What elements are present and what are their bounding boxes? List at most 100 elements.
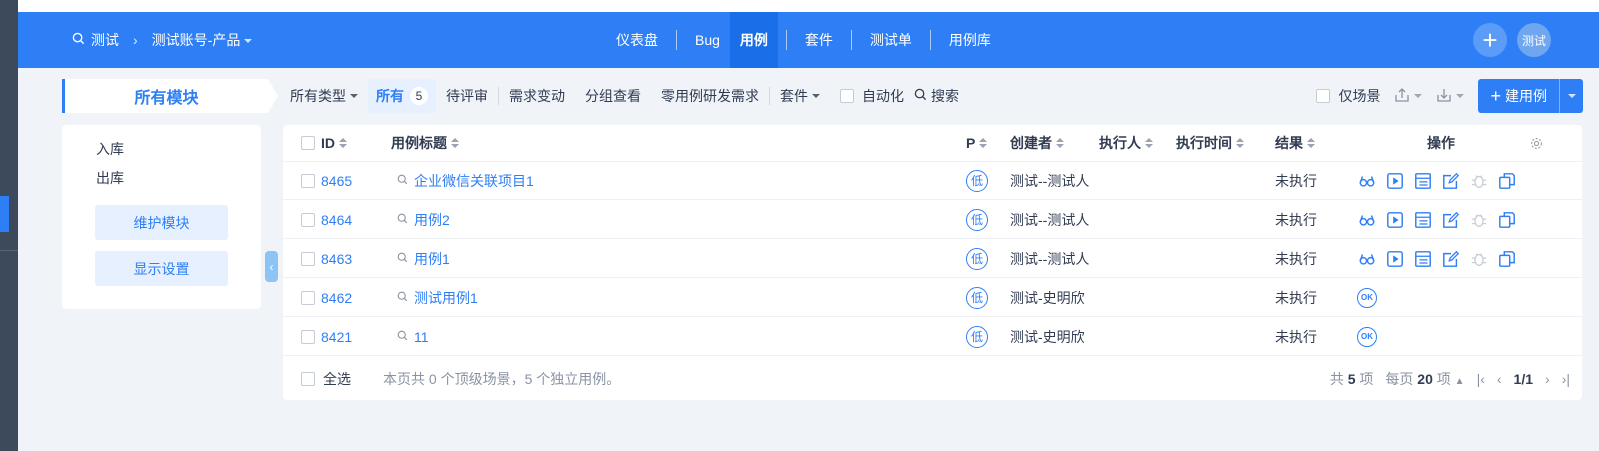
scene-icon <box>397 252 408 266</box>
column-exec-time[interactable]: 执行时间 <box>1176 125 1244 161</box>
pagination: 共 5 项 每页 20 项 ▲ |‹ ‹ 1/1 › ›| <box>1330 357 1570 400</box>
nav-item-2[interactable]: 用例 <box>729 12 778 68</box>
import-button[interactable] <box>1436 87 1465 106</box>
view-icon[interactable] <box>1357 171 1377 191</box>
column-id[interactable]: ID <box>321 125 347 161</box>
row-checkbox[interactable] <box>301 162 315 199</box>
copy-icon[interactable] <box>1497 171 1517 191</box>
table-row[interactable]: 8465 企业微信关联项目1 低 测试--测试人 未执行 <box>283 162 1582 200</box>
row-checkbox[interactable] <box>301 201 315 238</box>
table-row[interactable]: 8463 用例1 低 测试--测试人 未执行 <box>283 240 1582 278</box>
search-toggle[interactable]: 搜索 <box>914 79 969 113</box>
case-id[interactable]: 8462 <box>321 279 352 316</box>
results-icon[interactable] <box>1413 171 1433 191</box>
results-icon[interactable] <box>1413 249 1433 269</box>
column-result[interactable]: 结果 <box>1275 125 1315 161</box>
row-checkbox[interactable] <box>301 279 315 316</box>
case-title[interactable]: 测试用例1 <box>397 279 478 316</box>
bug-icon[interactable] <box>1469 171 1489 191</box>
header-select-checkbox[interactable] <box>301 125 315 161</box>
case-id[interactable]: 8465 <box>321 162 352 199</box>
export-button[interactable] <box>1394 87 1423 106</box>
bug-icon[interactable] <box>1469 210 1489 230</box>
gear-icon[interactable] <box>1530 125 1543 161</box>
filter-all[interactable]: 所有 5 <box>368 79 436 113</box>
edit-icon[interactable] <box>1441 249 1461 269</box>
next-page-icon[interactable]: › <box>1545 371 1550 387</box>
automation-checkbox[interactable] <box>840 89 854 103</box>
column-executor[interactable]: 执行人 <box>1099 125 1153 161</box>
filter-group-view[interactable]: 分组查看 <box>575 79 651 113</box>
caret-down-icon <box>1414 94 1423 98</box>
case-id[interactable]: 8421 <box>321 318 352 355</box>
edit-icon[interactable] <box>1441 171 1461 191</box>
results-icon[interactable] <box>1413 210 1433 230</box>
confirm-ok-icon[interactable]: OK <box>1357 326 1377 347</box>
row-checkbox[interactable] <box>301 318 315 355</box>
nav-item-5[interactable]: 用例库 <box>939 12 1001 68</box>
row-checkbox[interactable] <box>301 240 315 277</box>
run-icon[interactable] <box>1385 210 1405 230</box>
filter-pending-review[interactable]: 待评审 <box>436 79 498 113</box>
prev-page-icon[interactable]: ‹ <box>1497 371 1502 387</box>
confirm-ok-icon[interactable]: OK <box>1357 287 1377 308</box>
case-title[interactable]: 用例1 <box>397 240 450 277</box>
column-priority[interactable]: P <box>966 125 988 161</box>
only-scene-toggle[interactable]: 仅场景 <box>1316 86 1380 106</box>
column-title[interactable]: 用例标题 <box>391 125 459 161</box>
case-id[interactable]: 8464 <box>321 201 352 238</box>
column-creator[interactable]: 创建者 <box>1010 125 1064 161</box>
quick-add-button[interactable]: + <box>1473 23 1507 57</box>
module-item-outbound[interactable]: 出库 <box>96 168 124 188</box>
only-scene-checkbox[interactable] <box>1316 89 1331 103</box>
view-icon[interactable] <box>1357 249 1377 269</box>
result-cell: 未执行 <box>1275 328 1317 345</box>
edit-icon[interactable] <box>1441 210 1461 230</box>
collapse-sidebar-button[interactable]: ‹ <box>265 251 278 282</box>
nav-divider <box>785 30 787 50</box>
filter-suite[interactable]: 套件 <box>770 79 830 113</box>
case-title[interactable]: 企业微信关联项目1 <box>397 162 534 199</box>
all-modules-tab[interactable]: 所有模块 <box>62 79 278 113</box>
first-page-icon[interactable]: |‹ <box>1477 371 1485 387</box>
bug-icon[interactable] <box>1469 249 1489 269</box>
copy-icon[interactable] <box>1497 249 1517 269</box>
left-rail-active-mark <box>0 196 9 232</box>
user-avatar[interactable]: 测试 <box>1517 23 1551 57</box>
copy-icon[interactable] <box>1497 210 1517 230</box>
case-title[interactable]: 11 <box>397 318 429 355</box>
view-icon[interactable] <box>1357 210 1377 230</box>
module-item-inbound[interactable]: 入库 <box>96 139 124 159</box>
creator-cell: 测试--测试人 <box>1010 211 1090 228</box>
table-row[interactable]: 8421 11 低 测试-史明欣 未执行 OK <box>283 318 1582 356</box>
last-page-icon[interactable]: ›| <box>1562 371 1570 387</box>
create-case-button[interactable]: + 建用例 <box>1478 79 1583 113</box>
nav-item-0[interactable]: 仪表盘 <box>606 12 668 68</box>
case-title[interactable]: 用例2 <box>397 201 450 238</box>
result-cell: 未执行 <box>1275 211 1317 228</box>
filter-zero-case[interactable]: 零用例研发需求 <box>651 79 769 113</box>
run-icon[interactable] <box>1385 249 1405 269</box>
select-all-checkbox[interactable] <box>301 371 315 386</box>
table-row[interactable]: 8464 用例2 低 测试--测试人 未执行 <box>283 201 1582 239</box>
filter-need-change[interactable]: 需求变动 <box>499 79 575 113</box>
display-settings-button[interactable]: 显示设置 <box>95 251 228 286</box>
select-all[interactable]: 全选 <box>301 357 351 400</box>
table-row[interactable]: 8462 测试用例1 低 测试-史明欣 未执行 OK <box>283 279 1582 317</box>
breadcrumb-branch[interactable]: 测试账号-产品 <box>152 30 253 50</box>
run-icon[interactable] <box>1385 171 1405 191</box>
create-case-dropdown[interactable] <box>1559 79 1583 113</box>
actions-cell: OK <box>1357 279 1377 316</box>
nav-item-3[interactable]: 套件 <box>795 12 843 68</box>
per-page-select[interactable]: 每页 20 项 ▲ <box>1385 369 1464 389</box>
breadcrumb-product[interactable]: 测试 <box>91 30 119 50</box>
filter-all-types[interactable]: 所有类型 <box>280 79 368 113</box>
nav-item-4[interactable]: 测试单 <box>860 12 922 68</box>
automation-toggle[interactable]: 自动化 <box>830 79 914 113</box>
row-actions <box>1357 210 1517 230</box>
case-id[interactable]: 8463 <box>321 240 352 277</box>
maintain-module-button[interactable]: 维护模块 <box>95 205 228 240</box>
create-case-main[interactable]: + 建用例 <box>1478 79 1559 113</box>
priority-cell: 低 <box>966 162 988 199</box>
nav-item-1[interactable]: Bug <box>685 12 730 68</box>
